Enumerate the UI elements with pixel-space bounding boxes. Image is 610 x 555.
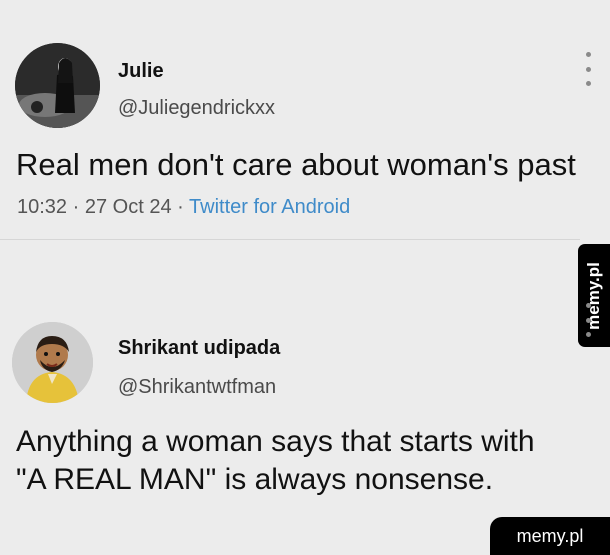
tweet-date: 27 Oct 24 xyxy=(84,196,172,218)
tweet-text-line: "A REAL MAN" is always nonsense. xyxy=(16,463,494,496)
author-name[interactable]: Julie xyxy=(118,60,164,83)
avatar[interactable] xyxy=(15,43,100,128)
meta-separator: · xyxy=(72,196,80,218)
tweet-shrikant[interactable]: Shrikant udipada @Shrikantwtfman Anythin… xyxy=(0,240,610,555)
tweet-text: Anything a woman says that starts with "… xyxy=(16,423,586,499)
more-options-icon[interactable] xyxy=(578,303,598,337)
tweet-text: Real men don't care about woman's past xyxy=(16,147,576,182)
tweet-client-link[interactable]: Twitter for Android xyxy=(189,196,350,218)
tweet-meta: 10:32 · 27 Oct 24 · Twitter for Android xyxy=(17,196,350,219)
author-handle[interactable]: @Shrikantwtfman xyxy=(118,376,276,399)
author-name[interactable]: Shrikant udipada xyxy=(118,337,280,360)
meta-separator: · xyxy=(177,196,184,218)
tweet-text-line: Anything a woman says that starts with xyxy=(16,425,535,458)
tweet-julie[interactable]: Julie @Juliegendrickxx Real men don't ca… xyxy=(0,0,610,240)
avatar-photo-image xyxy=(15,43,100,128)
avatar[interactable] xyxy=(12,322,93,403)
author-handle[interactable]: @Juliegendrickxx xyxy=(118,97,275,120)
tweet-time: 10:32 xyxy=(17,196,68,218)
watermark-corner-text: memy.pl xyxy=(516,525,584,546)
avatar-cartoon-image xyxy=(12,322,93,403)
more-options-icon[interactable] xyxy=(578,52,598,86)
memy-watermark-corner: memy.pl xyxy=(490,517,610,555)
